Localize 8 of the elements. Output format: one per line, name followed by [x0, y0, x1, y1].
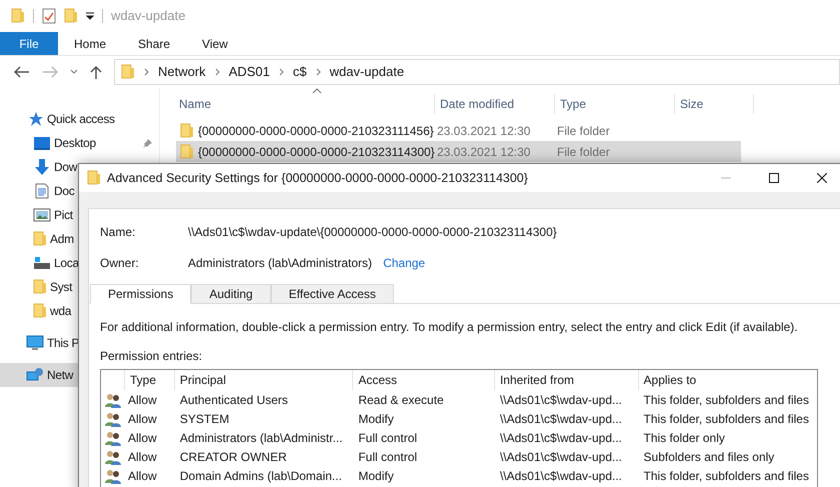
- owner-text: Administrators (lab\Administrators): [188, 255, 372, 272]
- field-label: Name:: [100, 224, 136, 241]
- dialog-title: Advanced Security Settings for {00000000-0000-0000-0000-210323114300}: [107, 170, 528, 187]
- path-text: \\Ads01\c$\wdav-update\{00000000-0000-0000-0000-210323114300}: [188, 224, 558, 241]
- window-title: wdav-update: [111, 7, 186, 26]
- info-text: For additional information, double-click a permission entry. To modify a permission entry, select the entry and click Edit (if available).: [100, 319, 799, 336]
- field-label: Owner:: [100, 255, 140, 272]
- section-label: Permission entries:: [100, 348, 204, 365]
